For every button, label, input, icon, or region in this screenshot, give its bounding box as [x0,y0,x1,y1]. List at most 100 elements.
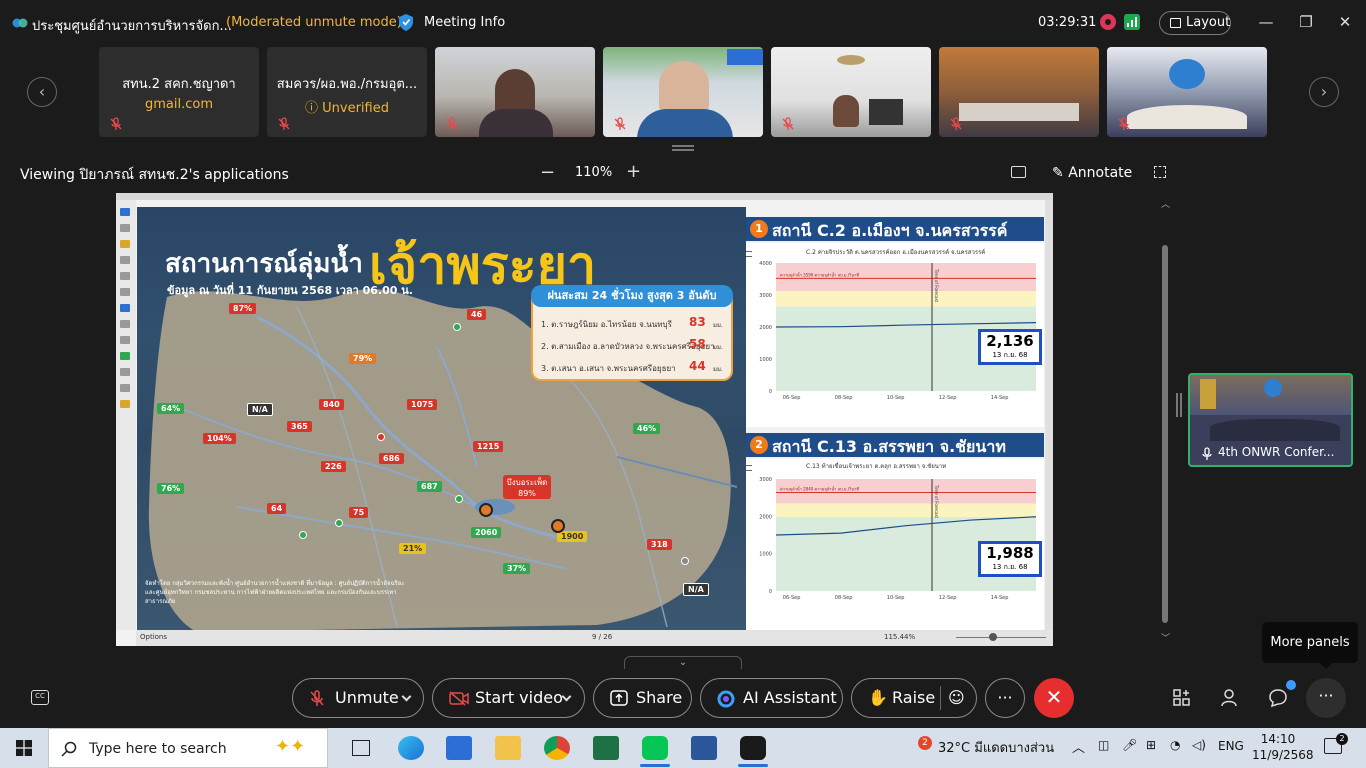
station-number-badge: 1 [750,220,768,238]
chrome-icon[interactable] [544,736,570,760]
reservoir-badge: 104% [203,433,236,444]
station-c13-title: สถานี C.13 อ.สรรพยา จ.ชัยนาท [772,437,1006,456]
fullscreen-icon[interactable] [1154,166,1166,178]
ai-assistant-button[interactable]: AI Assistant [700,678,843,718]
taskbar-search-box[interactable]: Type here to search ✦✦ [48,728,328,768]
close-window-button[interactable]: ✕ [1333,10,1357,34]
chevron-up-icon[interactable]: ︿ [1072,737,1085,756]
active-speaker-tile[interactable]: 4th ONWR Confer... [1188,373,1353,467]
scrollbar-thumb[interactable] [1162,245,1168,623]
controls-collapse-handle[interactable]: ⌄ [624,656,742,669]
flow-marker: 686 [379,453,404,464]
mic-muted-icon [310,690,324,706]
chevron-down-icon[interactable] [561,691,572,702]
shield-icon[interactable] [398,13,414,32]
participant-video-tile[interactable] [435,47,595,137]
y-tick-label: 1000 [759,552,772,558]
more-panels-button[interactable]: ··· [1306,678,1346,718]
excel-icon[interactable] [593,736,619,760]
mic-muted-icon [950,117,962,130]
participant-tile[interactable]: สทน.2 สคก.ชญาดา gmail.com [99,47,259,137]
x-tick-label: 12-Sep [939,395,957,401]
task-view-icon[interactable] [352,740,370,756]
taskbar-clock[interactable]: 14:10 11/9/2568 [1252,731,1314,763]
participants-icon[interactable] [1220,688,1240,708]
flow-marker: 64 [267,503,287,514]
previous-participants-button[interactable]: ‹ [27,77,57,107]
station-c2-reading-box: 2,136 13 ก.ย. 68 [978,329,1042,365]
microphone-icon[interactable]: 🎤︎ [1122,738,1137,752]
share-label: Share [636,688,683,707]
next-participants-button[interactable]: › [1309,77,1339,107]
meeting-info-button[interactable]: Meeting Info [424,15,505,30]
zoom-slider-thumb[interactable] [989,633,997,641]
network-signal-icon[interactable] [1124,14,1140,30]
video-off-icon [449,691,469,706]
chevron-down-icon[interactable] [401,691,412,702]
mic-on-icon [1202,447,1212,460]
minimize-button[interactable]: — [1254,10,1278,34]
input-method-icon[interactable]: ⊞ [1146,738,1156,752]
leave-meeting-button[interactable]: ✕ [1034,678,1074,718]
meet-now-icon[interactable]: ◫ [1098,738,1109,752]
na-marker: N/A [683,583,709,596]
zoom-out-button[interactable]: − [540,162,555,183]
document-zoom: 115.44% [884,633,916,641]
restore-button[interactable]: ❐ [1294,10,1318,34]
more-panels-tooltip: More panels [1262,622,1358,669]
x-tick-label: 06-Sep [783,595,801,601]
screen-view-icon[interactable] [1011,166,1026,178]
weather-text[interactable]: 32°C มีแดดบางส่วน [938,737,1054,758]
flow-marker: 365 [287,421,312,432]
recording-icon[interactable] [1100,14,1116,30]
search-placeholder: Type here to search [89,741,227,757]
rainfall-row-value: 83 [689,315,706,329]
participant-video-figure [833,95,859,127]
station-c13-header: 2 สถานี C.13 อ.สรรพยา จ.ชัยนาท [746,433,1044,457]
share-vertical-scrollbar[interactable]: ︿ ﹀ [1158,193,1172,646]
participant-video-tile[interactable] [771,47,931,137]
chat-icon[interactable] [1268,688,1288,708]
participant-video-tile[interactable] [603,47,763,137]
scroll-up-icon[interactable]: ︿ [1161,197,1170,210]
participant-video-tile[interactable] [939,47,1099,137]
windows-start-icon[interactable] [16,740,32,756]
rainfall-unit: มม. [713,344,723,351]
options-menu[interactable]: Options [140,633,167,641]
scroll-down-icon[interactable]: ﹀ [1161,631,1170,644]
edge-icon[interactable] [398,736,424,760]
side-panel-resize-handle[interactable] [1176,393,1182,417]
station-c13-reading-box: 1,988 13 ก.ย. 68 [978,541,1042,577]
mic-muted-icon [614,117,626,130]
document-scrollbar[interactable] [1045,200,1053,630]
file-explorer-icon[interactable] [495,736,521,760]
stamp-tool-icon [120,288,130,296]
participant-video-tile[interactable] [1107,47,1267,137]
zoom-in-button[interactable]: + [626,161,641,182]
more-options-button[interactable]: ··· [985,678,1025,718]
word-icon[interactable] [691,736,717,760]
note-tool-icon [120,256,130,264]
participant-video-shoulders [637,109,733,137]
language-indicator[interactable]: ENG [1218,739,1244,753]
apps-icon[interactable] [1172,688,1192,708]
raise-hand-button[interactable]: ✋ Raise ☺ [851,678,977,718]
webex-icon[interactable] [740,736,766,760]
captions-icon[interactable]: CC [31,690,49,705]
volume-icon[interactable]: ◁) [1192,738,1206,752]
start-video-button[interactable]: Start video [432,678,585,718]
wifi-icon[interactable]: ◔ [1170,738,1180,752]
zoom-slider-track[interactable] [956,637,1046,638]
annotate-button[interactable]: ✎ Annotate [1052,165,1132,181]
document-tab-strip [116,193,1053,200]
layout-button[interactable]: Layout [1159,11,1231,35]
line-icon[interactable] [642,736,668,760]
share-button[interactable]: Share [593,678,692,718]
participant-tile[interactable]: สมควร/ผอ.พอ./กรมอุต... ⓘ Unverified [267,47,427,137]
reactions-icon[interactable]: ☺ [948,679,965,717]
unmute-button[interactable]: Unmute [292,678,424,718]
x-tick-label: 08-Sep [835,395,853,401]
store-icon[interactable] [446,736,472,760]
strip-resize-handle[interactable] [672,145,694,151]
station-c13-chart: C.13 ท้ายเขื่อนเจ้าพระยา ต.ตลุก อ.สรรพยา… [746,459,1044,630]
